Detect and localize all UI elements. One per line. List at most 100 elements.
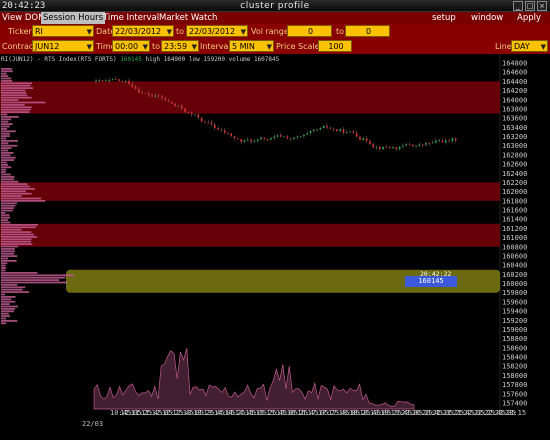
chevron-down-icon: ▼ xyxy=(142,43,148,51)
profile-bar xyxy=(1,305,19,308)
ticker-label: Ticker xyxy=(8,27,32,36)
profile-bar xyxy=(1,212,6,214)
candle-body xyxy=(134,86,137,89)
profile-bar xyxy=(1,171,6,173)
y-tick-label: 161200 xyxy=(502,225,527,233)
window-menu[interactable]: window xyxy=(471,12,503,24)
candle-body xyxy=(243,140,246,142)
profile-bar xyxy=(1,257,9,260)
y-tick-label: 163200 xyxy=(502,133,527,141)
profile-bar xyxy=(1,161,7,164)
candle-body xyxy=(118,79,120,81)
candle-body xyxy=(266,139,269,140)
profile-bar xyxy=(1,245,19,248)
candle-body xyxy=(395,147,398,150)
candle-body xyxy=(296,136,299,138)
date-to-select[interactable]: 22/03/2012 ▼ xyxy=(186,25,248,37)
setup-menu[interactable]: setup xyxy=(432,12,456,24)
profile-bar xyxy=(1,185,30,188)
volume-total: volume 1607845 xyxy=(228,56,280,63)
candle-body xyxy=(210,122,213,125)
profile-bar xyxy=(1,180,19,183)
candle-body xyxy=(309,130,312,134)
time-from-select[interactable]: 00:00 ▼ xyxy=(112,40,150,52)
y-tick-label: 163000 xyxy=(502,142,527,150)
profile-bar xyxy=(1,130,16,133)
candle-body xyxy=(124,80,127,82)
y-tick-label: 158400 xyxy=(502,354,527,362)
profile-bar xyxy=(1,84,31,87)
ticker-value: RI xyxy=(35,27,43,36)
profile-bar xyxy=(1,216,11,219)
profile-bar xyxy=(1,72,7,75)
y-tick-label: 157400 xyxy=(502,400,527,408)
candle-body xyxy=(451,138,454,142)
candle-body xyxy=(346,132,348,133)
profile-bar xyxy=(1,135,10,137)
candle-body xyxy=(408,144,411,146)
tab-market-watch[interactable]: Market Watch xyxy=(157,12,219,24)
line-select[interactable]: DAY ▼ xyxy=(511,40,548,52)
profile-bar xyxy=(1,320,18,322)
vol-from-input[interactable]: 0 xyxy=(287,25,332,37)
low-price: low 159200 xyxy=(188,56,226,63)
profile-bar xyxy=(1,101,46,104)
candle-body xyxy=(144,92,147,94)
interval-value: 5 MIN xyxy=(232,42,255,51)
profile-bar xyxy=(1,312,9,315)
chart-canvas[interactable]: 164800164600164400164200164000163800 1636… xyxy=(0,54,550,440)
high-price: high 164900 xyxy=(145,56,186,63)
close-button[interactable]: × xyxy=(537,1,547,11)
vol-to-input[interactable]: 0 xyxy=(345,25,390,37)
last-price: 160145 xyxy=(120,56,142,63)
candle-body xyxy=(388,146,391,149)
tab-time-interval[interactable]: Time Interval xyxy=(101,12,161,24)
candle-body xyxy=(382,146,384,150)
chevron-down-icon: ▼ xyxy=(266,43,272,51)
apply-button[interactable]: Apply xyxy=(517,12,541,24)
y-tick-label: 164600 xyxy=(502,69,527,77)
candle-body xyxy=(349,131,351,133)
candle-body xyxy=(220,129,223,131)
candle-body xyxy=(372,144,374,148)
profile-bar xyxy=(1,92,27,94)
y-tick-label: 164400 xyxy=(502,78,527,86)
candle-body xyxy=(105,80,107,82)
price-scale-input[interactable]: 100 xyxy=(318,40,352,52)
cluster-chart[interactable]: 164800 164600 164400 164200 164000 163800 1636… xyxy=(0,54,550,440)
candle-body xyxy=(421,144,424,146)
minimize-button[interactable]: _ xyxy=(513,1,523,11)
candle-body xyxy=(352,131,355,133)
price-scale-label: Price Scale xyxy=(276,42,320,51)
tab-session-hours[interactable]: Session Hours xyxy=(41,12,106,24)
ticker-select[interactable]: RI ▼ xyxy=(32,25,94,37)
candle-body xyxy=(154,95,157,97)
profile-bar xyxy=(1,89,26,92)
contract-select[interactable]: JUN12 ▼ xyxy=(32,40,94,52)
time-from-value: 00:00 xyxy=(115,42,139,51)
candle-body xyxy=(412,144,414,147)
profile-bar xyxy=(1,190,26,193)
profile-bar xyxy=(1,207,14,209)
candle-body xyxy=(260,137,262,140)
y-tick-label: 159800 xyxy=(502,289,527,297)
interval-select[interactable]: 5 MIN ▼ xyxy=(229,40,274,52)
candle-body xyxy=(326,125,328,128)
maximize-button[interactable]: □ xyxy=(525,1,535,11)
window-title: cluster profile xyxy=(240,1,310,11)
chevron-down-icon: ▼ xyxy=(540,43,546,51)
profile-bar xyxy=(1,118,12,121)
profile-bar xyxy=(1,111,30,113)
date-from-select[interactable]: 22/03/2012 ▼ xyxy=(112,25,174,37)
chevron-down-icon: ▼ xyxy=(166,28,172,36)
profile-bar xyxy=(1,267,7,269)
profile-bar xyxy=(1,219,9,221)
candle-body xyxy=(445,140,447,143)
chevron-down-icon: ▼ xyxy=(86,43,92,51)
profile-bar xyxy=(1,204,16,207)
candle-body xyxy=(369,140,371,145)
profile-bar xyxy=(1,123,13,125)
time-to-select[interactable]: 23:59 ▼ xyxy=(161,40,199,52)
candle-body xyxy=(111,79,114,81)
candle-body xyxy=(157,95,160,97)
